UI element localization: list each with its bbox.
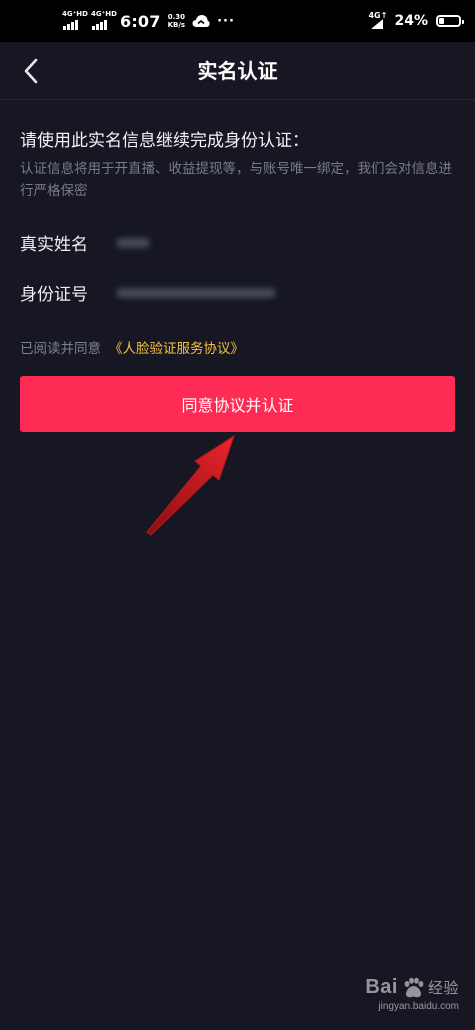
overflow-indicator: ···: [217, 13, 235, 29]
id-number-row: 身份证号: [20, 280, 276, 305]
verification-description: 认证信息将用于开直播、收益提现等，与账号唯一绑定，我们会对信息进行严格保密: [20, 161, 452, 199]
sim2-signal-icon: 4G⁺HD: [91, 10, 117, 31]
real-name-label: 真实姓名: [20, 235, 88, 255]
face-verification-agreement-link[interactable]: 《人脸验证服务协议》: [109, 341, 244, 357]
page-title: 实名认证: [197, 59, 278, 83]
watermark-brand: Bai: [365, 976, 398, 998]
network-signal-icon: 4G↑: [368, 11, 387, 31]
watermark-brand-suffix: 经验: [427, 979, 459, 997]
status-right: 4G↑ 24%: [368, 0, 464, 42]
clock: 6:07: [120, 11, 161, 31]
sim2-label: 4G⁺HD: [91, 10, 117, 18]
agreement-line: 已阅读并同意 《人脸验证服务协议》: [20, 339, 244, 359]
battery-fill: [439, 18, 444, 24]
network-speed: 0.30 KB/s: [168, 13, 185, 29]
agree-and-verify-button[interactable]: 同意协议并认证: [20, 376, 455, 432]
speed-unit: KB/s: [167, 21, 186, 29]
id-number-label: 身份证号: [20, 285, 88, 305]
nav-bar: 实名认证: [0, 42, 475, 100]
watermark-url: jingyan.baidu.com: [378, 1001, 459, 1012]
real-name-value-blurred: [116, 237, 150, 248]
annotation-arrow-icon: [146, 434, 235, 536]
battery-icon: [436, 15, 464, 27]
id-number-value-blurred: [116, 287, 276, 298]
verification-heading: 请使用此实名信息继续完成身份认证：: [20, 131, 309, 151]
sim1-signal-icon: 4G⁺HD: [62, 10, 88, 31]
cloud-icon: [192, 15, 210, 27]
sim1-label: 4G⁺HD: [62, 10, 88, 18]
real-name-row: 真实姓名: [20, 230, 150, 255]
status-left: 4G⁺HD 4G⁺HD 6:07 0.30 KB/s ···: [62, 0, 235, 42]
battery-percent: 24%: [394, 13, 428, 29]
status-bar: 4G⁺HD 4G⁺HD 6:07 0.30 KB/s ··· 4G↑ 24%: [0, 0, 475, 42]
baidu-jingyan-watermark: Bai 经验 jingyan.baidu.com: [335, 976, 459, 1012]
agreement-prefix: 已阅读并同意: [20, 341, 101, 357]
paw-logo-icon: [404, 977, 424, 997]
speed-value: 0.30: [167, 13, 185, 21]
